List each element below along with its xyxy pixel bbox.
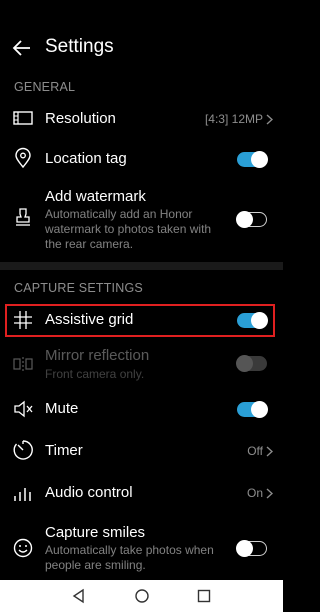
- capture-smiles-label: Capture smiles: [45, 524, 146, 541]
- section-header-general: GENERAL: [14, 80, 76, 94]
- mute-label: Mute: [45, 400, 79, 417]
- chevron-right-icon: [266, 488, 273, 499]
- chevron-right-icon: [266, 446, 273, 457]
- back-arrow-icon[interactable]: [12, 38, 32, 58]
- mirror-reflection-label: Mirror reflection: [45, 347, 150, 364]
- audio-control-label: Audio control: [45, 484, 133, 501]
- nav-home-icon[interactable]: [133, 587, 151, 605]
- mirror-reflection-toggle: [236, 355, 267, 372]
- system-navigation-bar: [0, 580, 283, 612]
- setting-add-watermark[interactable]: Add watermark Automatically add an Honor…: [0, 186, 283, 251]
- setting-location-tag[interactable]: Location tag: [0, 144, 283, 174]
- audio-bars-icon: [14, 488, 31, 501]
- nav-back-icon[interactable]: [70, 587, 88, 605]
- location-tag-toggle[interactable]: [237, 151, 268, 168]
- setting-capture-smiles[interactable]: Capture smiles Automatically take photos…: [0, 520, 283, 572]
- nav-recents-icon[interactable]: [195, 587, 213, 605]
- watermark-label: Add watermark: [45, 188, 146, 205]
- setting-audio-control[interactable]: Audio control On: [0, 478, 283, 508]
- resolution-value: [4:3] 12MP: [204, 112, 263, 126]
- mute-toggle[interactable]: [237, 401, 268, 418]
- highlight-box: [5, 304, 275, 337]
- page-title: Settings: [45, 36, 114, 57]
- setting-resolution[interactable]: Resolution [4:3] 12MP: [0, 104, 283, 134]
- speaker-mute-icon: [14, 400, 33, 418]
- timer-icon: [13, 440, 33, 460]
- timer-value: Off: [247, 444, 263, 458]
- setting-timer[interactable]: Timer Off: [0, 436, 283, 466]
- section-header-capture: CAPTURE SETTINGS: [14, 281, 143, 295]
- section-divider: [0, 262, 283, 270]
- mirror-reflection-description: Front camera only.: [45, 367, 145, 381]
- audio-control-value: On: [246, 486, 263, 500]
- setting-mirror-reflection: Mirror reflection Front camera only.: [0, 346, 283, 386]
- capture-smiles-description: Automatically take photos when people ar…: [45, 543, 214, 572]
- watermark-description: Automatically add an Honor watermark to …: [45, 207, 212, 251]
- timer-label: Timer: [45, 442, 83, 459]
- location-tag-label: Location tag: [45, 150, 127, 167]
- watermark-toggle[interactable]: [236, 210, 267, 228]
- resolution-icon: [13, 111, 33, 125]
- chevron-right-icon: [266, 114, 273, 125]
- resolution-label: Resolution: [45, 110, 116, 127]
- setting-mute[interactable]: Mute: [0, 394, 283, 424]
- location-pin-icon: [15, 147, 31, 169]
- app-header: Settings: [0, 28, 283, 68]
- mirror-icon: [13, 357, 33, 371]
- capture-smiles-toggle[interactable]: [236, 539, 267, 557]
- stamp-icon: [16, 208, 30, 226]
- smile-icon: [13, 538, 33, 558]
